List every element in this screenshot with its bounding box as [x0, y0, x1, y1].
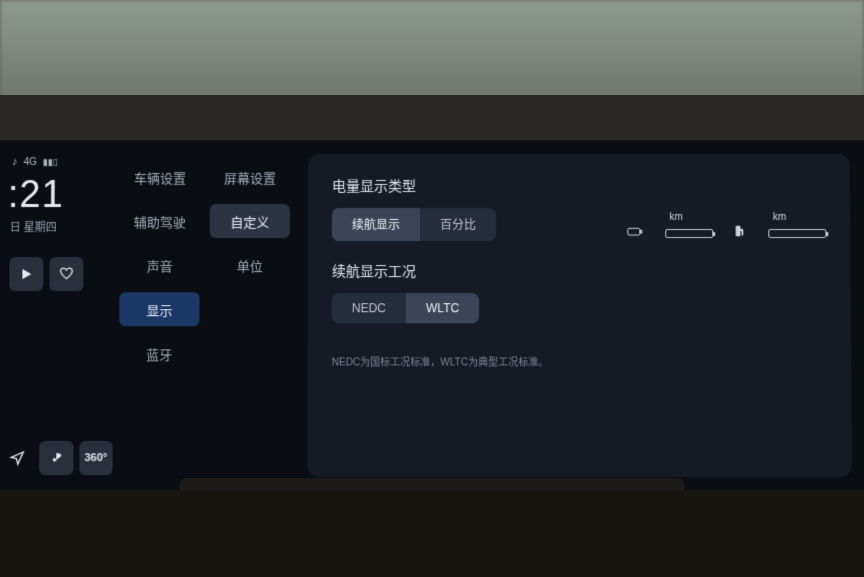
menu1-display[interactable]: 显示: [119, 292, 199, 326]
range-standard-title: 续航显示工况: [332, 261, 827, 281]
clock-time: :21: [6, 174, 114, 217]
fuel-icon: [731, 224, 747, 238]
signal-strength: 4G: [24, 157, 37, 168]
menu1-sound[interactable]: 声音: [119, 248, 199, 282]
range-bar-battery: [665, 229, 713, 238]
camera-360-label: 360°: [84, 452, 107, 464]
favorite-button[interactable]: [49, 257, 83, 291]
seg-percentage[interactable]: 百分比: [420, 208, 496, 241]
battery-display-type-title: 电量显示类型: [332, 176, 826, 196]
clock-date: 日 星期四: [6, 219, 114, 235]
seg-nedc[interactable]: NEDC: [332, 293, 406, 323]
battery-display-segment: 续航显示 百分比: [332, 208, 496, 241]
signal-icon: ▮▮▯: [43, 157, 58, 168]
menu1-bluetooth[interactable]: 蓝牙: [119, 336, 199, 370]
menu1-driver-assist[interactable]: 辅助驾驶: [120, 204, 200, 238]
music-icon: [49, 451, 63, 465]
range-indicators: km km: [627, 224, 826, 238]
heart-icon: [59, 267, 73, 281]
range-unit-1: km: [669, 212, 682, 223]
range-unit-2: km: [773, 212, 786, 223]
nav-icon: [9, 450, 25, 466]
seg-range-display[interactable]: 续航显示: [332, 208, 420, 241]
range-standard-segment: NEDC WLTC: [332, 293, 479, 323]
menu2-screen-settings[interactable]: 屏幕设置: [210, 160, 290, 194]
menu2-customize[interactable]: 自定义: [210, 204, 290, 238]
play-icon: [20, 268, 32, 280]
range-standard-desc: NEDC为国标工况标准，WLTC为典型工况标准。: [332, 353, 827, 368]
battery-icon: [627, 224, 643, 238]
settings-panel: 电量显示类型 续航显示 百分比 续航显示工况 NEDC WLTC NEDC为国标…: [307, 154, 852, 477]
seg-wltc[interactable]: WLTC: [406, 293, 479, 323]
bell-icon: ♪: [12, 156, 18, 168]
music-button[interactable]: [39, 441, 73, 475]
menu2-units[interactable]: 单位: [210, 248, 290, 282]
nav-button[interactable]: [0, 441, 34, 475]
menu1-vehicle-settings[interactable]: 车辆设置: [120, 160, 200, 194]
primary-menu: 车辆设置 辅助驾驶 声音 显示 蓝牙: [118, 142, 200, 489]
play-button[interactable]: [9, 257, 43, 291]
range-bar-fuel: [768, 229, 826, 238]
status-clock-column: ♪ 4G ▮▮▯ :21 日 星期四: [0, 142, 120, 489]
secondary-menu: 屏幕设置 自定义 单位: [209, 142, 290, 489]
camera-360-button[interactable]: 360°: [79, 441, 113, 475]
